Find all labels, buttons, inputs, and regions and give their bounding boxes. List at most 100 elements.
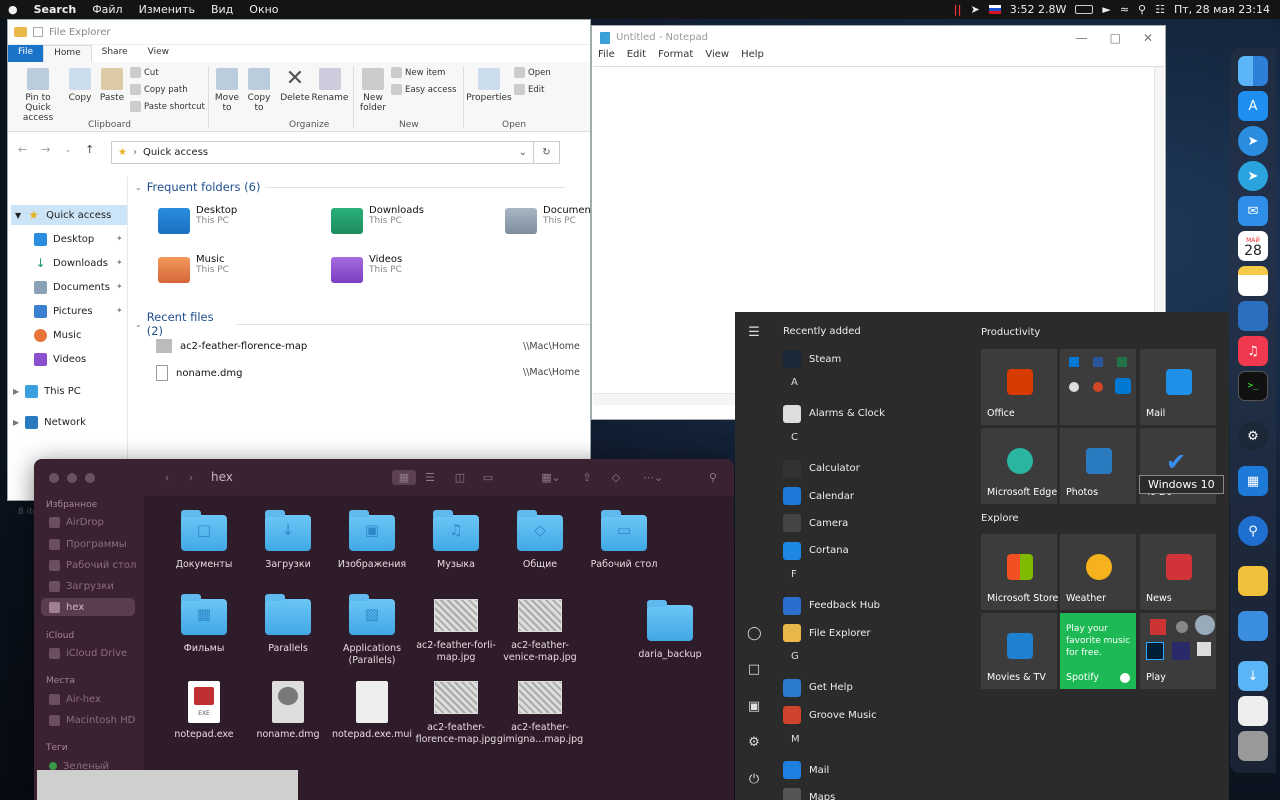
recent-files-header[interactable]: ⌄ Recent files (2) bbox=[135, 310, 590, 338]
nav-downloads[interactable]: ↓ Downloads bbox=[34, 253, 107, 273]
parallels-icon[interactable]: || bbox=[954, 3, 962, 16]
mail-dock-icon[interactable]: ✉ bbox=[1238, 196, 1268, 226]
tile-spotify[interactable]: Play your favorite music for free. Spotif… bbox=[1060, 613, 1136, 689]
finder-item[interactable]: □ Документы bbox=[162, 510, 246, 571]
finder-item[interactable]: ▦ Фильмы bbox=[162, 594, 246, 655]
app-list-item[interactable]: Camera bbox=[783, 512, 848, 534]
menu-file[interactable]: File bbox=[592, 49, 621, 67]
steam-dock-icon[interactable]: ⚙ bbox=[1238, 421, 1268, 451]
app-list-item[interactable]: File Explorer bbox=[783, 622, 871, 644]
tab-view[interactable]: View bbox=[138, 45, 179, 62]
calendar-dock-icon[interactable]: МАЙ 28 bbox=[1238, 231, 1268, 261]
folder-desktop[interactable]: Desktop This PC bbox=[158, 205, 237, 234]
app-list-item[interactable]: Groove Music bbox=[783, 704, 877, 726]
tab-home[interactable]: Home bbox=[43, 45, 92, 62]
finder-item[interactable]: ▣ Изображения bbox=[330, 510, 414, 571]
menubar-clock[interactable]: Пт, 28 мая 23:14 bbox=[1174, 3, 1270, 16]
app-list-item[interactable]: Cortana bbox=[783, 540, 849, 562]
search-icon[interactable]: ⚲ bbox=[704, 470, 722, 485]
safari-dock-icon[interactable]: ➤ bbox=[1238, 126, 1268, 156]
folder-videos[interactable]: Videos This PC bbox=[331, 254, 402, 283]
finder-item[interactable]: notepad.exe bbox=[162, 681, 246, 741]
recent-locations-icon[interactable]: ⌄ bbox=[64, 145, 71, 154]
apple-icon[interactable]: ● bbox=[0, 3, 26, 16]
sidebar-item-downloads[interactable]: Загрузки bbox=[49, 577, 114, 595]
document-dock-icon[interactable] bbox=[1238, 696, 1268, 726]
nav-documents[interactable]: Documents bbox=[34, 277, 110, 297]
nav-music[interactable]: Music bbox=[34, 325, 81, 345]
menu-edit[interactable]: Edit bbox=[621, 49, 652, 67]
sidebar-item-macintosh-hd[interactable]: Macintosh HD bbox=[49, 711, 135, 729]
folder-music[interactable]: Music This PC bbox=[158, 254, 229, 283]
gallery-view-icon[interactable]: ▭ bbox=[479, 470, 497, 485]
app-list-letter-header[interactable]: A bbox=[791, 377, 798, 388]
forward-icon[interactable]: → bbox=[41, 143, 50, 156]
downloads-folder-dock-icon[interactable]: ↓ bbox=[1238, 661, 1268, 691]
copy-to-button[interactable]: Copy to bbox=[244, 68, 274, 113]
address-bar[interactable]: ★ › Quick access ⌄ ↻ bbox=[111, 141, 560, 164]
back-icon[interactable]: ← bbox=[18, 143, 27, 156]
tile-play[interactable]: Play bbox=[1140, 613, 1216, 689]
copy-path-button[interactable]: Copy path bbox=[130, 84, 188, 95]
app-store-dock-icon[interactable]: A bbox=[1238, 91, 1268, 121]
finder-item[interactable]: notepad.exe.mui bbox=[330, 681, 414, 741]
tile-movies-tv[interactable]: Movies & TV bbox=[981, 613, 1057, 689]
power-icon[interactable]: ⏻ bbox=[747, 773, 761, 787]
up-icon[interactable]: ↑ bbox=[85, 143, 94, 156]
sidebar-item-hex[interactable]: hex bbox=[41, 598, 135, 616]
hamburger-menu-icon[interactable]: ☰ bbox=[747, 326, 761, 340]
tile-microsoft-store[interactable]: Microsoft Store bbox=[981, 534, 1058, 610]
properties-button[interactable]: Properties bbox=[466, 68, 512, 103]
terminal-dock-icon[interactable]: >_ bbox=[1238, 371, 1268, 401]
nav-this-pc[interactable]: ▶ This PC bbox=[13, 381, 81, 401]
wifi-icon[interactable]: ≈ bbox=[1120, 3, 1129, 16]
maximize-icon[interactable]: □ bbox=[1110, 31, 1121, 45]
fe-titlebar[interactable]: File Explorer bbox=[8, 20, 590, 45]
finder-item[interactable]: ♫ Музыка bbox=[414, 510, 498, 571]
app-list-item[interactable]: Alarms & Clock bbox=[783, 403, 885, 425]
zoom-button[interactable] bbox=[85, 473, 95, 483]
menu-view[interactable]: Вид bbox=[203, 3, 241, 16]
column-view-icon[interactable]: ◫ bbox=[451, 470, 469, 485]
tab-file[interactable]: File bbox=[8, 45, 44, 62]
finder-item[interactable]: Parallels bbox=[246, 594, 330, 655]
control-center-icon[interactable]: ☷ bbox=[1155, 3, 1165, 16]
nav-videos[interactable]: Videos bbox=[34, 349, 86, 369]
tile-mail[interactable]: Mail bbox=[1140, 349, 1216, 425]
user-account-icon[interactable]: ◯ bbox=[747, 627, 762, 641]
menu-edit[interactable]: Изменить bbox=[131, 3, 203, 16]
close-icon[interactable]: ✕ bbox=[1143, 31, 1153, 45]
finder-item[interactable]: ac2-feather-florence-map.jpg bbox=[414, 681, 498, 746]
cut-button[interactable]: Cut bbox=[130, 67, 159, 78]
sidebar-item-icloud-drive[interactable]: iCloud Drive bbox=[49, 644, 127, 662]
app-list-item[interactable]: Mail bbox=[783, 759, 829, 781]
documents-icon[interactable]: □ bbox=[747, 663, 761, 677]
nav-pictures[interactable]: Pictures bbox=[34, 301, 93, 321]
pictures-icon[interactable]: ▣ bbox=[747, 700, 761, 714]
folder-documents[interactable]: Documents This PC bbox=[505, 205, 600, 234]
sidebar-item-desktop[interactable]: Рабочий стол bbox=[49, 556, 136, 574]
parallels-windows-dock-icon[interactable] bbox=[1238, 301, 1268, 331]
menu-format[interactable]: Format bbox=[652, 49, 699, 67]
list-view-icon[interactable]: ☰ bbox=[421, 470, 439, 485]
finder-item[interactable]: ↓ Загрузки bbox=[246, 510, 330, 571]
settings-gear-icon[interactable]: ⚙ bbox=[747, 736, 761, 750]
paste-button[interactable]: Paste bbox=[98, 68, 126, 103]
copy-button[interactable]: Copy bbox=[66, 68, 94, 103]
edit-button[interactable]: Edit bbox=[514, 84, 544, 95]
tile-office-apps[interactable] bbox=[1060, 349, 1136, 425]
frequent-folders-header[interactable]: ⌄ Frequent folders (6) bbox=[135, 180, 566, 194]
battery-status[interactable]: 3:52 2.8W bbox=[1010, 3, 1067, 16]
tile-news[interactable]: News bbox=[1140, 534, 1216, 610]
app-list-item[interactable]: Get Help bbox=[783, 677, 853, 699]
group-by-icon[interactable]: ▦⌄ bbox=[536, 470, 566, 485]
trash-dock-icon[interactable] bbox=[1238, 731, 1268, 761]
tab-share[interactable]: Share bbox=[92, 45, 138, 62]
app-list-item[interactable]: Calendar bbox=[783, 485, 854, 507]
folder-downloads[interactable]: Downloads This PC bbox=[331, 205, 424, 234]
finder-item[interactable]: ◇ Общие bbox=[498, 510, 582, 571]
tile-weather[interactable]: Weather bbox=[1060, 534, 1136, 610]
finder-item[interactable]: noname.dmg bbox=[246, 681, 330, 741]
telegram-icon[interactable]: ➤ bbox=[971, 3, 980, 16]
battery-icon[interactable] bbox=[1075, 5, 1094, 14]
